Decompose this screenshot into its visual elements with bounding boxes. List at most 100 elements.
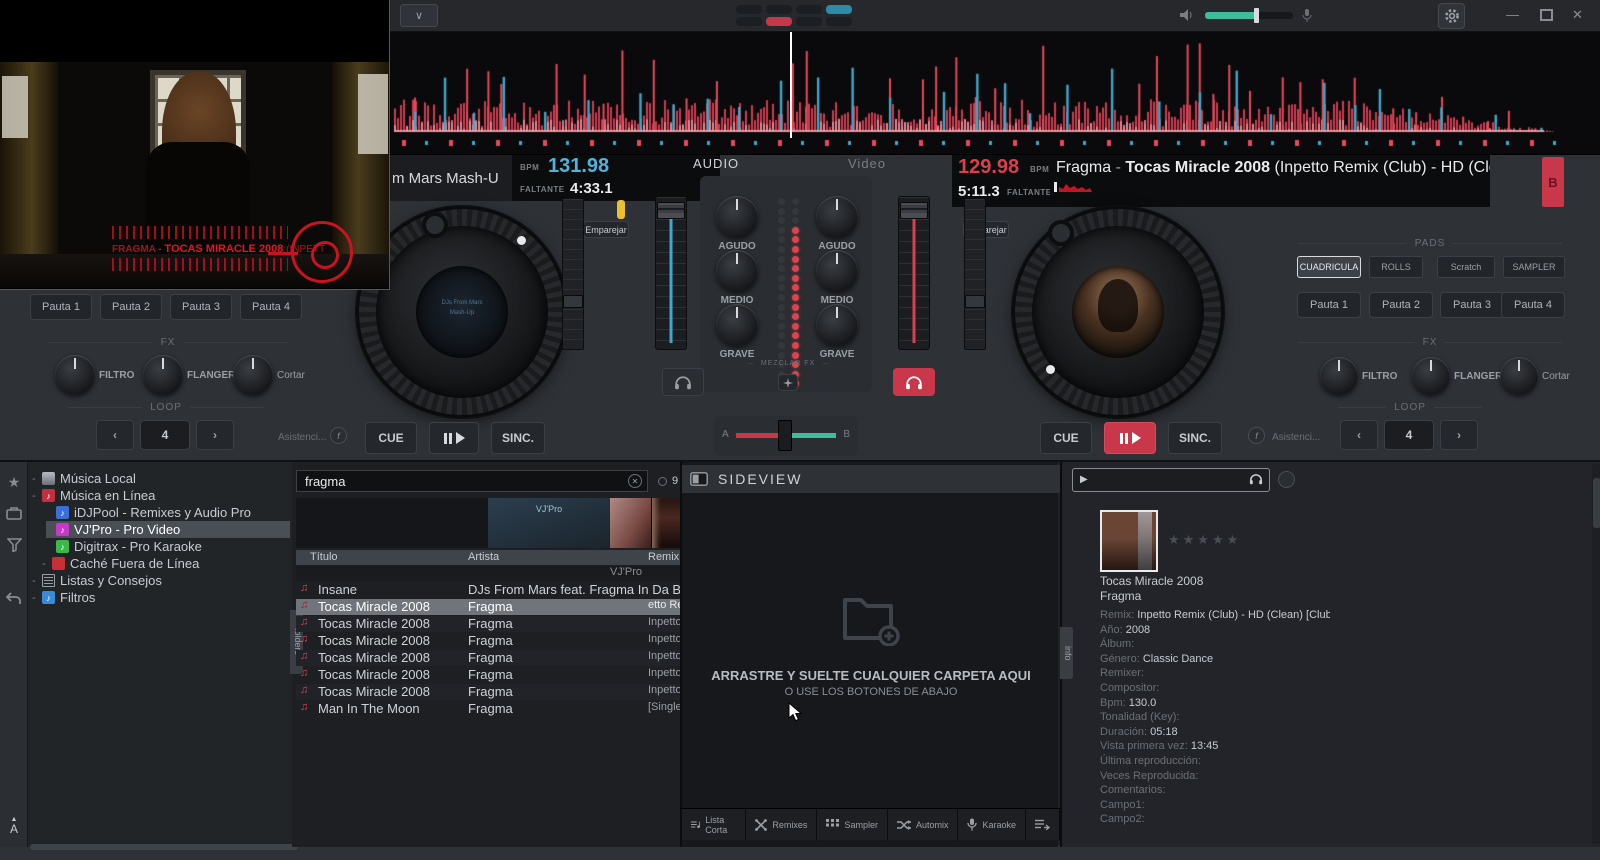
- sidelist-button[interactable]: Lista Corta: [682, 808, 747, 841]
- eq-high-knob-a[interactable]: [716, 196, 758, 238]
- deck-b-pad-1[interactable]: Pauta 1: [1297, 292, 1361, 318]
- automix-button[interactable]: Automix: [888, 808, 959, 841]
- deck-b-fx-filter-knob[interactable]: [1320, 357, 1358, 395]
- deck-b-pitch-handle[interactable]: [965, 295, 985, 308]
- deck-b-assistant-button[interactable]: f: [1248, 427, 1265, 444]
- channel-b-volume-fader[interactable]: [898, 196, 930, 350]
- search-input[interactable]: fragma: [296, 470, 648, 492]
- info-scrollbar[interactable]: [1592, 464, 1600, 844]
- deck-a-play-pause-button[interactable]: [429, 422, 479, 454]
- close-button[interactable]: ✕: [1572, 7, 1583, 23]
- deck-a-fx-cut-knob[interactable]: [233, 355, 273, 395]
- channel-a-volume-handle[interactable]: [657, 202, 685, 219]
- video-preview-window[interactable]: FRAGMA - TOCAS MIRACLE 2008 (INPETT: [0, 0, 390, 290]
- mixer-tab-audio[interactable]: AUDIO: [693, 156, 739, 171]
- channel-a-volume-fader[interactable]: [655, 196, 687, 350]
- deck-b-loop-double-button[interactable]: ›: [1440, 420, 1478, 450]
- volume-handle[interactable]: [1254, 8, 1259, 23]
- tree-horizontal-scrollbar[interactable]: [30, 844, 298, 850]
- tree-item-digitrax[interactable]: ♪ Digitrax - Pro Karaoke: [46, 538, 290, 555]
- vjpro-strip-tile[interactable]: VJ'Pro: [488, 498, 610, 548]
- search-clear-button[interactable]: ✕: [628, 474, 642, 488]
- queue-list-button[interactable]: [1026, 808, 1060, 841]
- history-case-icon[interactable]: [0, 507, 28, 520]
- waveform-mode-button-8[interactable]: [826, 17, 852, 26]
- rating-stars[interactable]: ★★★★★: [1168, 532, 1241, 548]
- deck-b-cue-button[interactable]: CUE: [1040, 422, 1092, 454]
- deck-a-assistant-button[interactable]: f: [330, 427, 347, 444]
- tree-item-vjpro[interactable]: ♪ VJ'Pro - Pro Video: [46, 521, 290, 538]
- deck-a-loop-half-button[interactable]: ‹: [96, 420, 134, 450]
- eq-low-knob-b[interactable]: [816, 304, 858, 346]
- waveform-mode-button-4[interactable]: [826, 5, 852, 14]
- remixes-button[interactable]: Remixes: [746, 808, 818, 841]
- eq-low-knob-a[interactable]: [716, 304, 758, 346]
- deck-b-fx-flanger-knob[interactable]: [1412, 357, 1450, 395]
- crossfader-handle[interactable]: [778, 420, 792, 451]
- headphone-cue-a-button[interactable]: [662, 368, 704, 396]
- filter-funnel-icon[interactable]: [0, 538, 28, 552]
- tree-item-cache[interactable]: - Caché Fuera de Línea: [42, 555, 290, 572]
- column-artist[interactable]: Artista: [468, 551, 499, 563]
- tree-item-listas[interactable]: - Listas y Consejos: [32, 572, 290, 589]
- column-title[interactable]: Título: [310, 551, 338, 563]
- tree-item-filtros[interactable]: - ♪ Filtros: [32, 589, 290, 606]
- tree-item-idjpool[interactable]: ♪ iDJPool - Remixes y Audio Pro: [46, 504, 290, 521]
- deck-a-match-button[interactable]: Emparejar: [583, 221, 629, 238]
- info-scrollbar-thumb[interactable]: [1593, 478, 1600, 528]
- deck-b-pad-3[interactable]: Pauta 3: [1440, 292, 1504, 318]
- deck-b-play-pause-button[interactable]: [1104, 422, 1156, 454]
- deck-b-pad-2[interactable]: Pauta 2: [1369, 292, 1433, 318]
- prelisten-player[interactable]: ▶: [1072, 468, 1270, 492]
- deck-b-fx-cut-knob[interactable]: [1500, 357, 1538, 395]
- eq-mid-knob-b[interactable]: [816, 250, 858, 292]
- maximize-button[interactable]: [1540, 9, 1553, 21]
- deck-a-pitch-handle[interactable]: [563, 295, 583, 308]
- channel-b-volume-handle[interactable]: [900, 202, 928, 219]
- rhythm-waveform[interactable]: [390, 32, 1600, 155]
- mic-icon[interactable]: [1300, 8, 1314, 23]
- info-options-button[interactable]: [1278, 471, 1295, 488]
- karaoke-button[interactable]: Karaoke: [958, 808, 1026, 841]
- deck-b-padmode-sampler[interactable]: SAMPLER: [1503, 256, 1565, 278]
- waveform-mode-button-6[interactable]: [766, 17, 792, 26]
- column-remix[interactable]: Remix: [648, 551, 679, 563]
- sampler-button[interactable]: Sampler: [817, 808, 888, 841]
- prelisten-play-icon[interactable]: ▶: [1080, 474, 1088, 485]
- waveform-mode-button-1[interactable]: [736, 5, 762, 14]
- deck-a-pitch-slider[interactable]: [562, 198, 584, 350]
- mixer-tab-video[interactable]: Video: [848, 156, 886, 171]
- deck-a-pad-3[interactable]: Pauta 3: [170, 294, 232, 320]
- deck-a-fx-flanger-knob[interactable]: [143, 355, 183, 395]
- deck-b-padmode-rolls[interactable]: ROLLS: [1369, 256, 1423, 278]
- headphone-cue-b-button[interactable]: [893, 368, 935, 396]
- deck-b-sync-button[interactable]: SINC.: [1168, 422, 1222, 454]
- deck-a-cue-button[interactable]: CUE: [365, 422, 417, 454]
- deck-b-selector-tab[interactable]: B: [1542, 157, 1564, 207]
- deck-a-pad-1[interactable]: Pauta 1: [30, 294, 92, 320]
- deck-b-loop-size[interactable]: 4: [1384, 420, 1434, 450]
- deck-b-pad-4[interactable]: Pauta 4: [1501, 292, 1565, 318]
- waveform-mode-button-3[interactable]: [796, 5, 822, 14]
- back-undo-icon[interactable]: [0, 592, 28, 605]
- waveform-mode-button-7[interactable]: [796, 17, 822, 26]
- deck-b-pitch-slider[interactable]: [964, 198, 986, 350]
- deck-b-jog-wheel[interactable]: [1012, 206, 1224, 418]
- master-fx-button[interactable]: [778, 374, 798, 391]
- deck-a-loop-double-button[interactable]: ›: [196, 420, 234, 450]
- waveform-mode-button-5[interactable]: [736, 17, 762, 26]
- deck-a-fx-filter-knob[interactable]: [55, 355, 95, 395]
- eq-mid-knob-a[interactable]: [716, 250, 758, 292]
- settings-button[interactable]: [1438, 3, 1465, 29]
- font-size-button[interactable]: ▲ A: [0, 816, 28, 836]
- deck-a-pad-2[interactable]: Pauta 2: [100, 294, 162, 320]
- deck-layout-dropdown[interactable]: ∨: [400, 4, 438, 27]
- eq-high-knob-b[interactable]: [816, 196, 858, 238]
- tree-item-musica-local[interactable]: - Música Local: [32, 470, 290, 487]
- deck-a-loop-size[interactable]: 4: [140, 420, 190, 450]
- deck-a-sync-button[interactable]: SINC.: [491, 422, 545, 454]
- deck-b-padmode-scratch[interactable]: Scratch: [1437, 256, 1495, 278]
- deck-a-pad-4[interactable]: Pauta 4: [240, 294, 302, 320]
- deck-b-padmode-grid[interactable]: CUADRICULA: [1297, 256, 1361, 278]
- tree-item-musica-en-linea[interactable]: - ♪ Música en Línea: [32, 487, 290, 504]
